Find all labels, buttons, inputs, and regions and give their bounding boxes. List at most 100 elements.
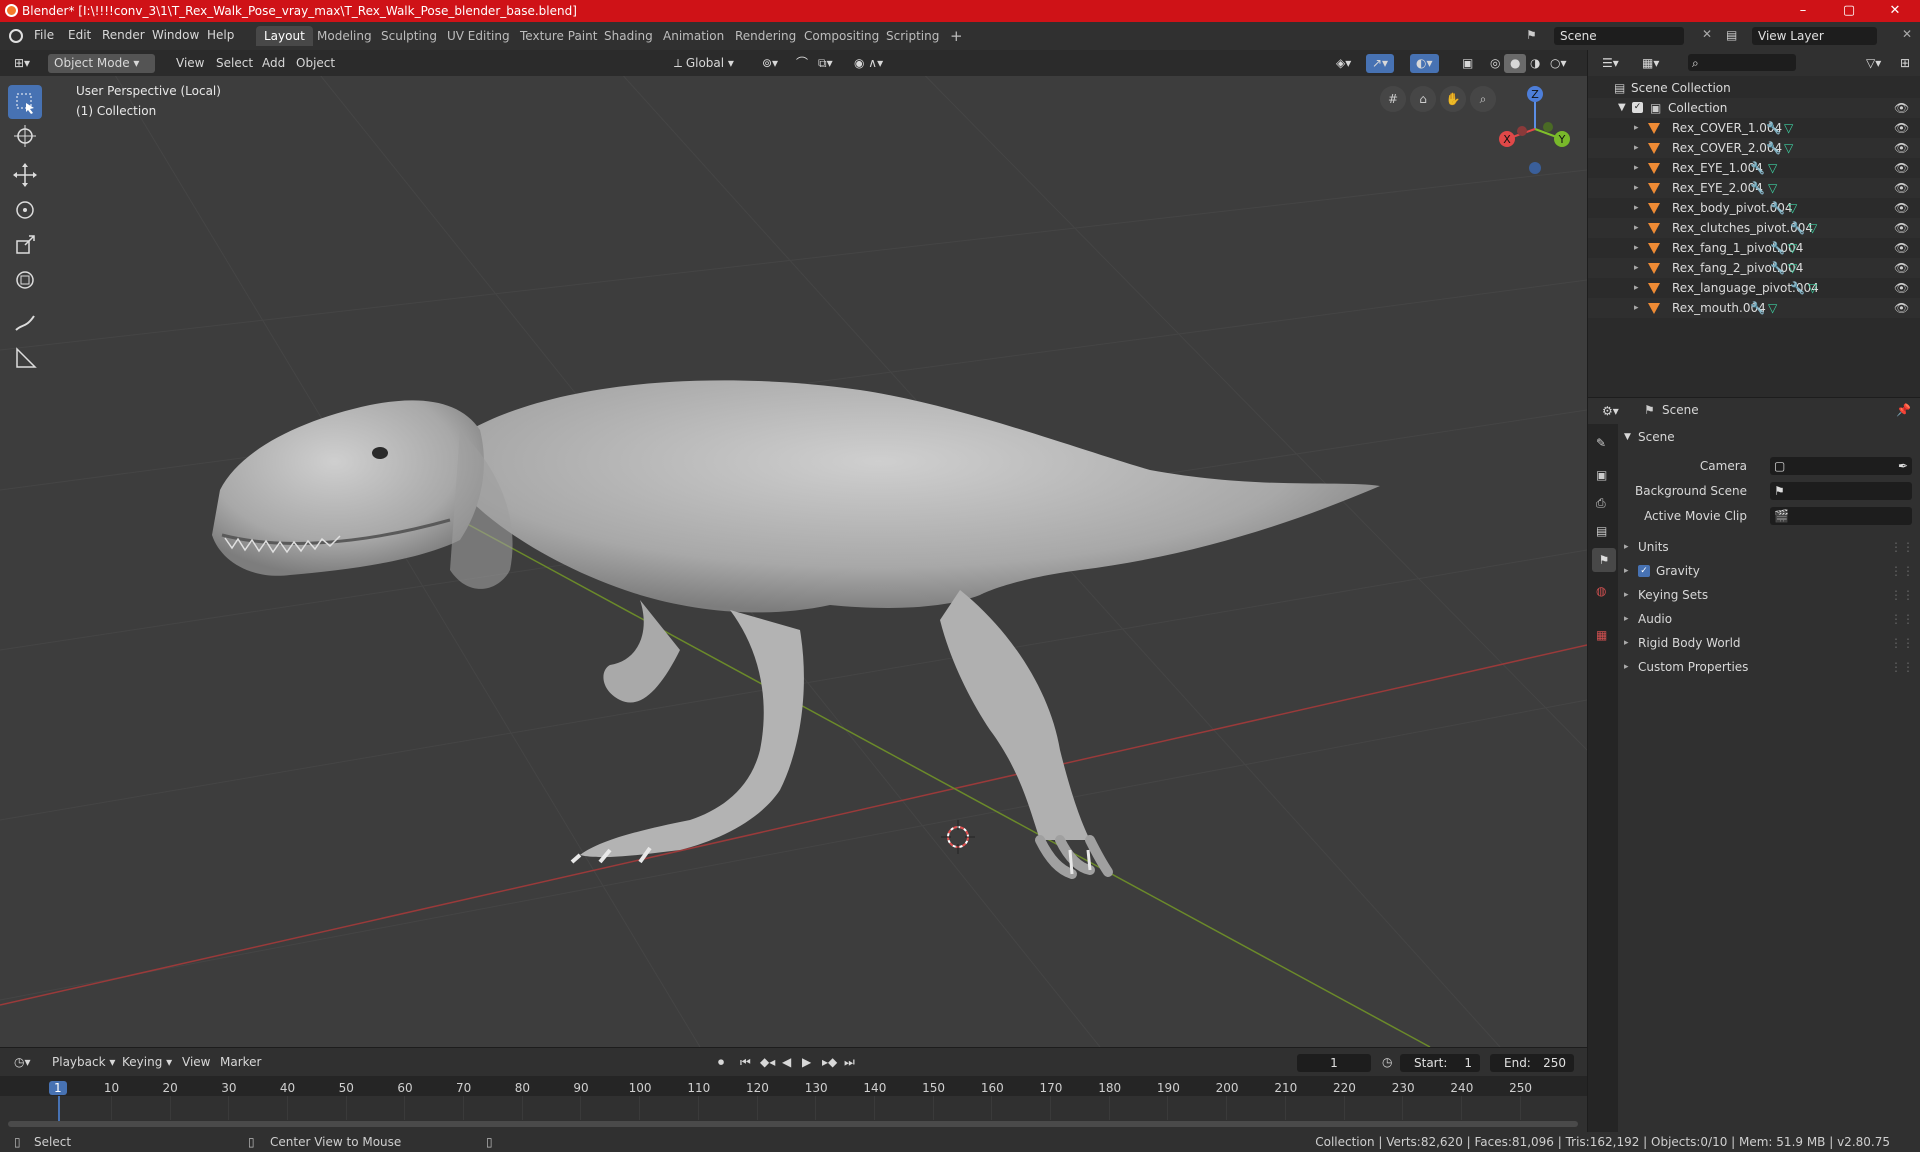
properties-section-audio[interactable]: ▸ Audio ⋮⋮	[1618, 608, 1920, 630]
tab-texture-paint[interactable]: Texture Paint	[512, 26, 605, 46]
expand-collection-icon[interactable]: ▼	[1618, 98, 1626, 118]
outliner-object-row[interactable]: ▸ Rex_fang_2_pivot.004 🔧 ▽ 👁	[1588, 258, 1920, 278]
display-mode-icon[interactable]: ▦▾	[1636, 54, 1665, 73]
properties-editor-type-icon[interactable]: ⚙▾	[1596, 402, 1625, 421]
menu-window[interactable]: Window	[152, 28, 199, 42]
zoom-icon[interactable]: ⌕	[1470, 86, 1496, 112]
expand-object-icon[interactable]: ▸	[1634, 158, 1639, 178]
modifier-wrench-icon[interactable]: 🔧	[1766, 118, 1781, 138]
active-movie-clip-field[interactable]: 🎬	[1770, 507, 1912, 525]
object-visibility-eye-icon[interactable]: 👁	[1894, 258, 1909, 278]
camera-field[interactable]: ▢ ✒	[1770, 457, 1912, 475]
expand-object-icon[interactable]: ▸	[1634, 178, 1639, 198]
object-visibility-eye-icon[interactable]: 👁	[1894, 198, 1909, 218]
mesh-data-icon[interactable]: ▽	[1768, 178, 1777, 198]
expand-object-icon[interactable]: ▸	[1634, 258, 1639, 278]
drag-handle-icon[interactable]: ⋮⋮	[1890, 656, 1914, 678]
tab-scripting[interactable]: Scripting	[878, 26, 947, 46]
end-frame-field[interactable]: End: 250	[1490, 1054, 1574, 1072]
pivot-point-icon[interactable]: ⊚▾	[756, 54, 784, 73]
object-visibility-eye-icon[interactable]: 👁	[1894, 138, 1909, 158]
menu-help[interactable]: Help	[207, 28, 234, 42]
close-view-layer-icon[interactable]: ✕	[1902, 27, 1912, 41]
editor-type-icon[interactable]: ⊞▾	[8, 54, 36, 73]
menu-add[interactable]: Add	[256, 54, 291, 73]
modifier-wrench-icon[interactable]: 🔧	[1790, 218, 1805, 238]
t-rex-model[interactable]	[212, 380, 1380, 879]
gravity-checkbox[interactable]: ✓	[1638, 565, 1650, 577]
maximize-button[interactable]: ▢	[1826, 1, 1872, 21]
cursor-tool[interactable]	[8, 119, 42, 153]
outliner-object-row[interactable]: ▸ Rex_clutches_pivot.004 🔧 ▽ 👁	[1588, 218, 1920, 238]
pan-hand-icon[interactable]: ✋	[1440, 86, 1466, 112]
world-tab-icon[interactable]: ◍	[1596, 584, 1612, 600]
visibility-icon[interactable]: ◈▾	[1330, 54, 1357, 73]
drag-handle-icon[interactable]: ⋮⋮	[1890, 632, 1914, 654]
outliner-object-row[interactable]: ▸ Rex_EYE_2.004 🔧 ▽ 👁	[1588, 178, 1920, 198]
menu-select[interactable]: Select	[210, 54, 259, 73]
menu-view[interactable]: View	[170, 54, 210, 73]
transform-tool[interactable]	[8, 263, 42, 297]
play-icon[interactable]: ▶	[796, 1053, 817, 1072]
collection-checkbox[interactable]: ✓	[1632, 102, 1643, 113]
blender-menu-icon[interactable]	[9, 29, 23, 43]
outliner-object-row[interactable]: ▸ Rex_language_pivot.004 🔧 ▽ 👁	[1588, 278, 1920, 298]
modifier-wrench-icon[interactable]: 🔧	[1750, 158, 1765, 178]
camera-view-icon[interactable]: ⌂	[1410, 86, 1436, 112]
modifier-wrench-icon[interactable]: 🔧	[1750, 298, 1765, 318]
drag-handle-icon[interactable]: ⋮⋮	[1890, 536, 1914, 558]
xray-icon[interactable]: ▣	[1456, 54, 1479, 73]
expand-object-icon[interactable]: ▸	[1634, 278, 1639, 298]
mesh-data-icon[interactable]: ▽	[1788, 258, 1797, 278]
properties-section-custom-properties[interactable]: ▸ Custom Properties ⋮⋮	[1618, 656, 1920, 678]
view-layer-tab-icon[interactable]: ▤	[1596, 524, 1612, 540]
modifier-wrench-icon[interactable]: 🔧	[1770, 198, 1785, 218]
expand-object-icon[interactable]: ▸	[1634, 298, 1639, 318]
output-tab-icon[interactable]: ⎙	[1596, 496, 1612, 512]
navigation-gizmo[interactable]: Z Y X	[1490, 84, 1580, 174]
current-frame-field[interactable]: 1	[1297, 1054, 1371, 1072]
mesh-data-icon[interactable]: ▽	[1784, 138, 1793, 158]
properties-section-gravity[interactable]: ▸ ✓ Gravity ⋮⋮	[1618, 560, 1920, 582]
3d-cursor[interactable]	[941, 820, 975, 854]
object-visibility-eye-icon[interactable]: 👁	[1894, 278, 1909, 298]
outliner-object-row[interactable]: ▸ Rex_body_pivot.004 🔧 ▽ 👁	[1588, 198, 1920, 218]
snap-target-icon[interactable]: ⧉▾	[812, 54, 839, 73]
preview-range-icon[interactable]: ◷	[1376, 1053, 1398, 1072]
proportional-edit-icon[interactable]: ◉ ∧▾	[848, 54, 889, 73]
keying-menu[interactable]: Keying ▾	[116, 1053, 178, 1072]
texture-tab-icon[interactable]: ▦	[1596, 628, 1612, 644]
tab-animation[interactable]: Animation	[655, 26, 732, 46]
scene-panel-header[interactable]: ▼ Scene	[1618, 426, 1920, 448]
collection-visibility-eye-icon[interactable]: 👁	[1894, 98, 1909, 118]
timeline-view-menu[interactable]: View	[176, 1053, 216, 1072]
snap-icon[interactable]: ⌒	[790, 54, 814, 73]
close-scene-icon[interactable]: ✕	[1702, 27, 1712, 41]
properties-section-units[interactable]: ▸ Units ⋮⋮	[1618, 536, 1920, 558]
object-visibility-eye-icon[interactable]: 👁	[1894, 178, 1909, 198]
outliner-editor-type-icon[interactable]: ☰▾	[1596, 54, 1625, 73]
playback-menu[interactable]: Playback ▾	[46, 1053, 121, 1072]
play-reverse-icon[interactable]: ◀	[776, 1053, 797, 1072]
outliner-object-row[interactable]: ▸ Rex_COVER_2.004 🔧 ▽ 👁	[1588, 138, 1920, 158]
scene-icon[interactable]: ⚑	[1526, 28, 1537, 42]
jump-end-icon[interactable]: ⏭	[838, 1053, 861, 1072]
drag-handle-icon[interactable]: ⋮⋮	[1890, 560, 1914, 582]
tab-shading[interactable]: Shading	[596, 26, 661, 46]
pin-icon[interactable]: 📌	[1896, 403, 1911, 417]
outliner-collection[interactable]: ▼ ✓ ▣ Collection 👁	[1588, 98, 1920, 118]
expand-object-icon[interactable]: ▸	[1634, 238, 1639, 258]
drag-handle-icon[interactable]: ⋮⋮	[1890, 608, 1914, 630]
gizmos-icon[interactable]: ↗▾	[1366, 54, 1395, 73]
toggle-camera-grid-icon[interactable]: #	[1380, 86, 1406, 112]
background-scene-field[interactable]: ⚑	[1770, 482, 1912, 500]
outliner-object-row[interactable]: ▸ Rex_mouth.004 🔧 ▽ 👁	[1588, 298, 1920, 318]
properties-section-rigid-body-world[interactable]: ▸ Rigid Body World ⋮⋮	[1618, 632, 1920, 654]
mesh-data-icon[interactable]: ▽	[1784, 118, 1793, 138]
timeline-scrollbar[interactable]	[8, 1121, 1578, 1127]
render-tab-icon[interactable]: ▣	[1596, 468, 1612, 484]
mesh-data-icon[interactable]: ▽	[1788, 198, 1797, 218]
properties-section-keying-sets[interactable]: ▸ Keying Sets ⋮⋮	[1618, 584, 1920, 606]
rotate-tool[interactable]	[8, 193, 42, 227]
minimize-button[interactable]: –	[1780, 1, 1826, 21]
